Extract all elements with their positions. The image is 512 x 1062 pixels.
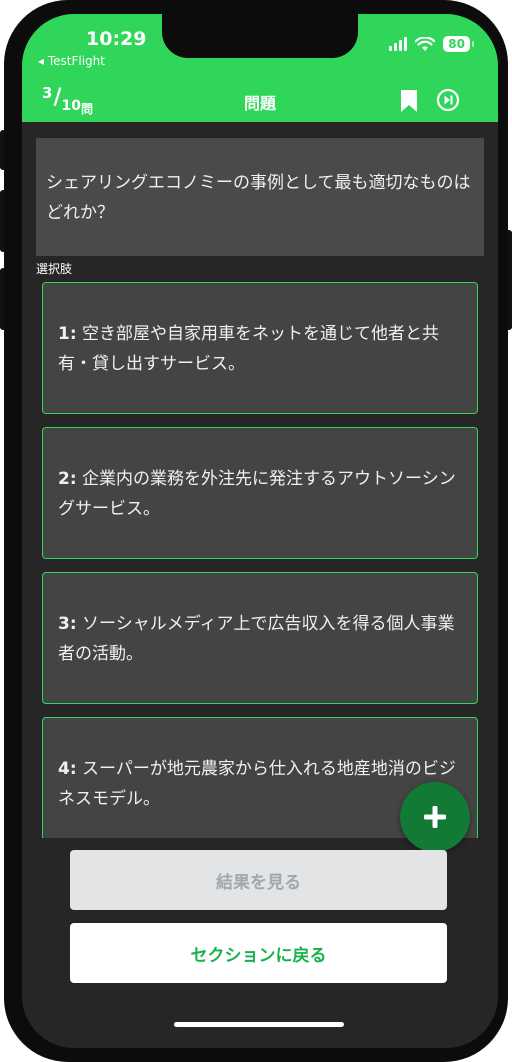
choices-label: 選択肢 <box>36 262 73 276</box>
choice-number: 4: <box>58 759 77 779</box>
choice-2[interactable]: 2: 企業内の業務を外注先に発注するアウトソーシングサービス。 <box>42 427 478 559</box>
bookmark-icon[interactable] <box>400 90 418 112</box>
choices-list: 1: 空き部屋や自家用車をネットを通じて他者と共有・貸し出すサービス。 2: 企… <box>42 282 478 838</box>
add-button[interactable] <box>400 782 470 852</box>
back-to-section-button[interactable]: セクションに戻る <box>70 923 447 983</box>
page-title: 問題 <box>243 94 276 113</box>
wifi-icon <box>415 36 436 51</box>
back-to-testflight-link[interactable]: ◂ TestFlight <box>38 54 105 68</box>
choice-number: 3: <box>58 614 77 634</box>
view-results-button[interactable]: 結果を見る <box>70 850 447 910</box>
choice-text: スーパーが地元農家から仕入れる地産地消のビジネスモデル。 <box>58 759 456 809</box>
signal-icon <box>389 37 408 51</box>
screen: 10:29 ◂ TestFlight 80 3 / 10 問 問題 シェアリング… <box>22 14 498 1048</box>
choice-1[interactable]: 1: 空き部屋や自家用車をネットを通じて他者と共有・貸し出すサービス。 <box>42 282 478 414</box>
choice-text: 空き部屋や自家用車をネットを通じて他者と共有・貸し出すサービス。 <box>58 324 440 374</box>
status-indicators: 80 <box>389 36 474 52</box>
battery-icon: 80 <box>443 36 474 52</box>
choice-number: 1: <box>58 324 77 344</box>
plus-icon <box>424 806 446 828</box>
choice-text: ソーシャルメディア上で広告収入を得る個人事業者の活動。 <box>58 614 455 664</box>
choice-text: 企業内の業務を外注先に発注するアウトソーシングサービス。 <box>58 469 456 519</box>
notch <box>162 14 358 58</box>
phone-device: 10:29 ◂ TestFlight 80 3 / 10 問 問題 シェアリング… <box>0 0 512 1062</box>
choice-3[interactable]: 3: ソーシャルメディア上で広告収入を得る個人事業者の活動。 <box>42 572 478 704</box>
phone-frame: 10:29 ◂ TestFlight 80 3 / 10 問 問題 シェアリング… <box>4 0 508 1062</box>
home-indicator[interactable] <box>174 1022 344 1027</box>
choice-number: 2: <box>58 469 77 489</box>
skip-forward-circle-icon[interactable] <box>436 88 460 112</box>
status-time: 10:29 <box>86 28 147 50</box>
question-text: シェアリングエコノミーの事例として最も適切なものはどれか？ <box>36 138 484 256</box>
